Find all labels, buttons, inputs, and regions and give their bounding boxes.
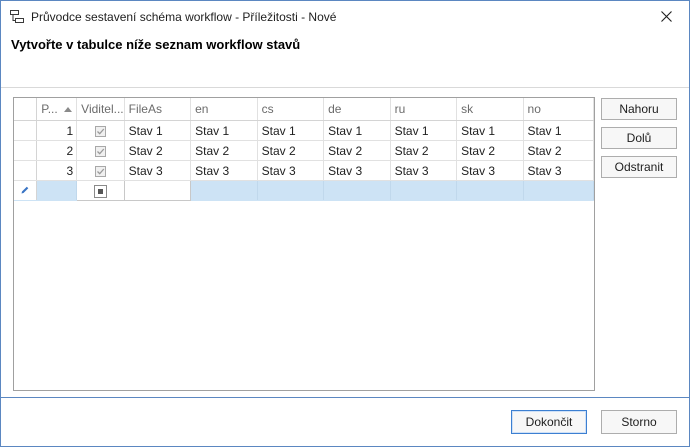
remove-button[interactable]: Odstranit <box>601 156 677 178</box>
new-cs-cell[interactable] <box>257 180 325 201</box>
table-row[interactable]: 1 Stav 1 Stav 1 Stav 1 Stav 1 Stav 1 Sta… <box>14 120 594 141</box>
new-en-cell[interactable] <box>190 180 258 201</box>
column-header-label: Viditel... <box>81 102 124 116</box>
page-heading: Vytvořte v tabulce níže seznam workflow … <box>11 37 301 52</box>
wizard-window: Průvodce sestavení schéma workflow - Pří… <box>0 0 690 447</box>
title-bar: Průvodce sestavení schéma workflow - Pří… <box>1 1 689 32</box>
column-header-label: P... <box>41 102 58 116</box>
ru-cell[interactable]: Stav 1 <box>390 120 458 141</box>
sk-cell[interactable]: Stav 1 <box>456 120 524 141</box>
new-ru-cell[interactable] <box>390 180 458 201</box>
column-header-label: FileAs <box>128 102 162 116</box>
column-header-label: de <box>328 102 342 116</box>
row-indicator[interactable] <box>14 160 38 181</box>
en-cell[interactable]: Stav 2 <box>190 140 258 161</box>
check-icon <box>96 168 105 175</box>
column-header-label: no <box>527 102 541 116</box>
sk-cell[interactable]: Stav 2 <box>456 140 524 161</box>
column-header-sk[interactable]: sk <box>456 98 524 121</box>
visible-cell[interactable] <box>76 140 125 161</box>
ru-cell[interactable]: Stav 2 <box>390 140 458 161</box>
column-header-label: en <box>195 102 209 116</box>
close-button[interactable] <box>643 1 689 32</box>
row-indicator[interactable] <box>14 140 38 161</box>
visible-checkbox-indeterminate[interactable] <box>93 184 107 198</box>
column-header-fileas[interactable]: FileAs <box>124 98 192 121</box>
new-no-cell[interactable] <box>523 180 594 201</box>
column-header-position[interactable]: P... <box>36 98 78 121</box>
cs-cell[interactable]: Stav 3 <box>257 160 325 181</box>
no-cell[interactable]: Stav 2 <box>523 140 594 161</box>
cs-cell[interactable]: Stav 1 <box>257 120 325 141</box>
cancel-button[interactable]: Storno <box>601 410 677 434</box>
visible-checkbox[interactable] <box>94 145 106 157</box>
close-icon <box>660 11 672 22</box>
indeterminate-mark <box>97 188 103 194</box>
new-position-cell[interactable] <box>36 180 78 201</box>
sk-cell[interactable]: Stav 3 <box>456 160 524 181</box>
fileas-cell[interactable]: Stav 1 <box>124 120 192 141</box>
wizard-app-icon <box>10 10 24 23</box>
de-cell[interactable]: Stav 1 <box>323 120 391 141</box>
row-indicator[interactable] <box>14 120 38 141</box>
grid-header-row: P... Viditel... FileAs en cs de ru sk no <box>14 98 594 121</box>
column-header-label: sk <box>461 102 474 116</box>
cs-cell[interactable]: Stav 2 <box>257 140 325 161</box>
new-visible-cell[interactable] <box>76 180 125 201</box>
states-table: P... Viditel... FileAs en cs de ru sk no… <box>14 98 594 201</box>
new-row-indicator <box>14 180 38 201</box>
header-divider <box>1 87 689 88</box>
visible-checkbox[interactable] <box>94 125 106 137</box>
new-de-cell[interactable] <box>323 180 391 201</box>
workflow-states-grid[interactable]: P... Viditel... FileAs en cs de ru sk no… <box>13 97 595 391</box>
visible-checkbox[interactable] <box>94 165 106 177</box>
move-down-button[interactable]: Dolů <box>601 127 677 149</box>
window-title: Průvodce sestavení schéma workflow - Pří… <box>31 10 337 24</box>
pencil-icon <box>21 186 29 193</box>
table-row[interactable]: 2 Stav 2 Stav 2 Stav 2 Stav 2 Stav 2 Sta… <box>14 140 594 161</box>
new-sk-cell[interactable] <box>456 180 524 201</box>
wizard-footer: Dokončit Storno <box>1 398 689 446</box>
position-cell[interactable]: 3 <box>36 160 78 181</box>
position-cell[interactable]: 2 <box>36 140 78 161</box>
column-header-de[interactable]: de <box>323 98 391 121</box>
column-header-ru[interactable]: ru <box>390 98 458 121</box>
fileas-cell[interactable]: Stav 3 <box>124 160 192 181</box>
no-cell[interactable]: Stav 1 <box>523 120 594 141</box>
column-header-cs[interactable]: cs <box>257 98 325 121</box>
check-icon <box>96 148 105 155</box>
column-header-label: cs <box>261 102 274 116</box>
en-cell[interactable]: Stav 3 <box>190 160 258 181</box>
de-cell[interactable]: Stav 3 <box>323 160 391 181</box>
new-row[interactable] <box>14 180 594 201</box>
column-header-en[interactable]: en <box>190 98 258 121</box>
de-cell[interactable]: Stav 2 <box>323 140 391 161</box>
no-cell[interactable]: Stav 3 <box>523 160 594 181</box>
column-header-visible[interactable]: Viditel... <box>76 98 125 121</box>
visible-cell[interactable] <box>76 160 125 181</box>
column-header-label: ru <box>394 102 406 116</box>
move-up-button[interactable]: Nahoru <box>601 98 677 120</box>
visible-cell[interactable] <box>76 120 125 141</box>
position-cell[interactable]: 1 <box>36 120 78 141</box>
finish-button[interactable]: Dokončit <box>511 410 587 434</box>
en-cell[interactable]: Stav 1 <box>190 120 258 141</box>
new-fileas-cell[interactable] <box>123 180 192 201</box>
check-icon <box>96 128 105 135</box>
fileas-cell[interactable]: Stav 2 <box>124 140 192 161</box>
sort-ascending-icon <box>63 107 72 113</box>
column-header-no[interactable]: no <box>523 98 594 121</box>
table-row[interactable]: 3 Stav 3 Stav 3 Stav 3 Stav 3 Stav 3 Sta… <box>14 160 594 181</box>
row-indicator-header <box>14 98 38 121</box>
ru-cell[interactable]: Stav 3 <box>390 160 458 181</box>
